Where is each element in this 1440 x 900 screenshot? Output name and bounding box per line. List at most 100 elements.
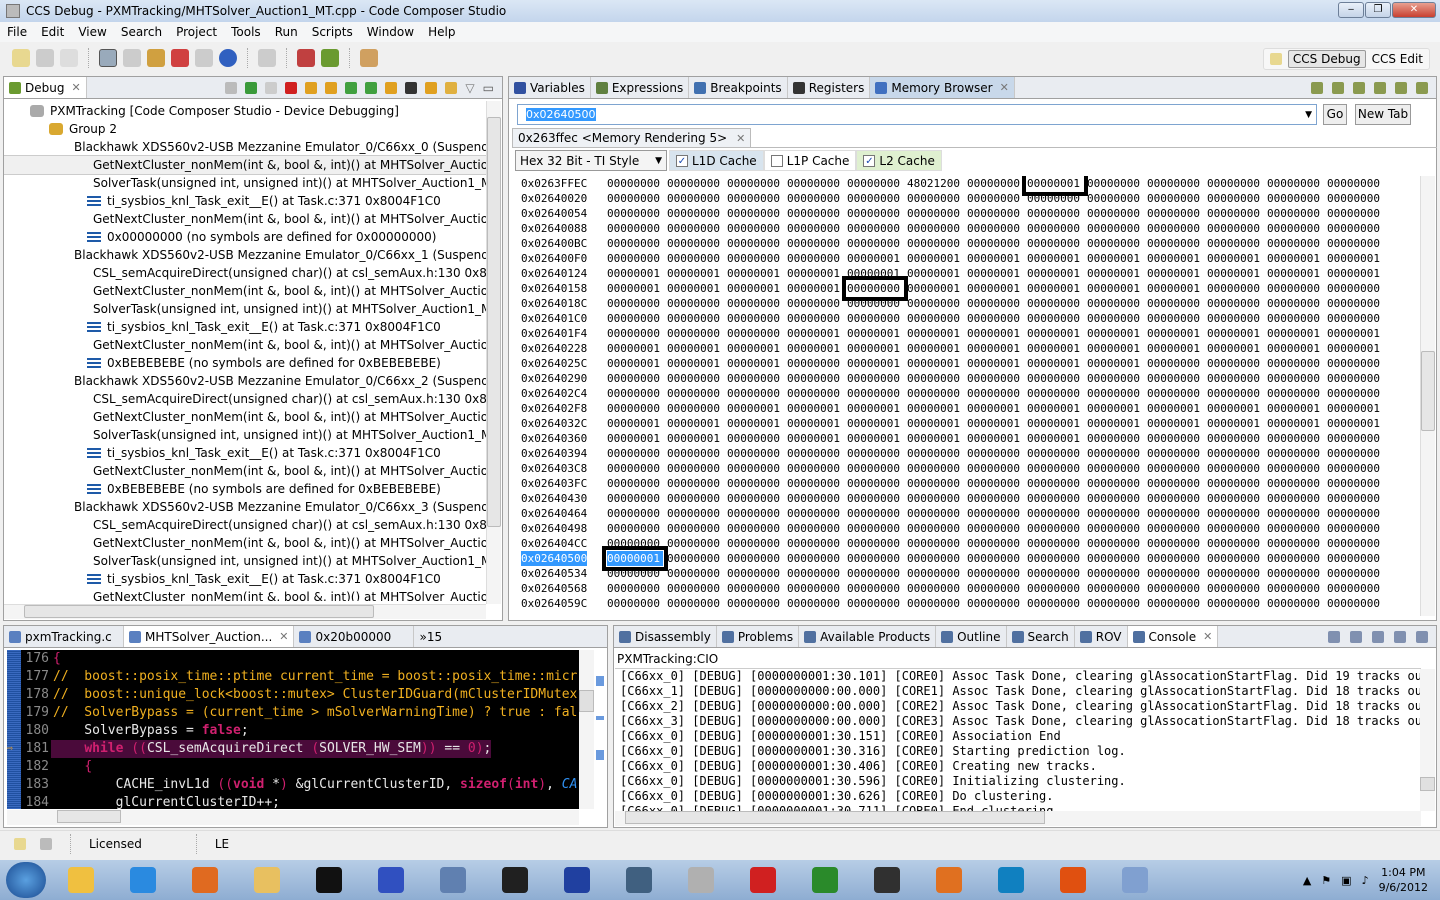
memory-cell[interactable]: 00000001 [727,341,783,356]
memory-cell[interactable]: 00000000 [667,296,723,311]
memory-cell[interactable]: 00000000 [967,371,1023,386]
menu-window[interactable]: Window [360,25,421,39]
memory-cell[interactable]: 00000000 [967,551,1023,566]
memory-cell[interactable]: 00000000 [1207,281,1263,296]
memory-cell[interactable]: 00000001 [1267,401,1323,416]
taskbar-network-button[interactable] [364,862,418,898]
tab-rov[interactable]: ROV [1075,626,1128,647]
memory-cell[interactable]: 00000001 [607,431,663,446]
sync-icon[interactable] [445,82,457,94]
memory-cell[interactable]: 00000000 [1027,191,1083,206]
memory-cell[interactable]: 00000000 [1207,581,1263,596]
memory-cell[interactable]: 00000000 [847,371,903,386]
memory-cell[interactable]: 00000000 [1087,206,1143,221]
memory-cell[interactable]: 00000001 [667,416,723,431]
memory-cell[interactable]: 00000000 [1027,311,1083,326]
memory-cell[interactable]: 00000000 [1207,566,1263,581]
memory-cell[interactable]: 00000000 [847,581,903,596]
close-icon[interactable]: ✕ [279,630,288,643]
memory-cell[interactable]: 00000000 [1147,386,1203,401]
memory-cell[interactable]: 00000001 [907,266,963,281]
taskbar-cmd-button[interactable] [302,862,356,898]
memory-cell[interactable]: 00000000 [1207,491,1263,506]
memory-cell[interactable]: 00000000 [667,326,723,341]
memory-cell[interactable]: 00000000 [607,326,663,341]
tab-memory-browser[interactable]: Memory Browser✕ [870,77,1014,98]
memory-cell[interactable]: 00000000 [667,176,723,191]
memory-cell[interactable]: 00000000 [1207,551,1263,566]
memory-cell[interactable]: 00000001 [907,326,963,341]
memory-cell[interactable]: 00000000 [907,596,963,611]
memory-cell[interactable]: 00000000 [787,521,843,536]
memory-cell[interactable]: 00000000 [1027,521,1083,536]
memory-cell[interactable]: 00000000 [967,176,1023,191]
flag-icon[interactable]: ⚑ [1321,874,1331,887]
fast-view-icon[interactable] [14,838,26,850]
memory-cell[interactable]: 00000000 [1327,566,1383,581]
memory-cell[interactable]: 00000000 [907,311,963,326]
memory-cell[interactable]: 00000000 [907,371,963,386]
memory-cell[interactable]: 00000000 [607,521,663,536]
memory-cell[interactable]: 00000000 [727,236,783,251]
memory-cell[interactable]: 00000000 [847,311,903,326]
memory-cell[interactable]: 00000001 [1147,281,1203,296]
taskbar-virtualbox-button[interactable] [426,862,480,898]
memory-cell[interactable]: 00000000 [967,566,1023,581]
gutter[interactable] [7,758,21,776]
memory-cell[interactable]: 00000000 [1087,566,1143,581]
memory-cell[interactable]: 00000000 [1327,386,1383,401]
memory-cell[interactable]: 00000001 [1327,266,1383,281]
view-menu-icon[interactable]: ▽ [465,81,474,95]
memory-cell[interactable]: 00000001 [787,266,843,281]
memory-cell[interactable]: 00000001 [1027,266,1083,281]
perspective-ccs-debug[interactable]: CCS Debug [1288,50,1366,68]
taskbar-explorer-button[interactable] [240,862,294,898]
memory-cell[interactable]: 00000001 [847,326,903,341]
memory-cell[interactable]: 00000000 [727,221,783,236]
memory-cell[interactable]: 00000001 [787,401,843,416]
memory-cell[interactable]: 00000000 [907,566,963,581]
gutter[interactable] [7,650,21,668]
memory-cell[interactable]: 00000000 [607,236,663,251]
debug-tree-item[interactable]: GetNextCluster_nonMem(int &, bool &, int… [4,282,486,300]
memory-cell[interactable]: 00000000 [1327,311,1383,326]
memory-cell[interactable]: 00000001 [847,431,903,446]
memory-cell[interactable]: 00000000 [1267,176,1323,191]
memory-cell[interactable]: 00000000 [907,221,963,236]
memory-cell[interactable]: 00000001 [1027,431,1083,446]
memory-cell[interactable]: 00000000 [967,521,1023,536]
memory-cell[interactable]: 00000000 [667,551,723,566]
memory-cell[interactable]: 00000000 [727,386,783,401]
memory-cell[interactable]: 00000000 [1327,206,1383,221]
memory-cell[interactable]: 00000000 [727,176,783,191]
pencil-icon[interactable] [360,49,378,67]
memory-cell[interactable]: 00000000 [1327,476,1383,491]
memory-cell[interactable]: 00000000 [1087,521,1143,536]
tab-disassembly[interactable]: Disassembly [614,626,717,647]
link-icon[interactable] [1353,82,1365,94]
menu-scripts[interactable]: Scripts [305,25,360,39]
memory-cell[interactable]: 00000000 [667,206,723,221]
reset-cpu-icon[interactable] [405,82,417,94]
editor-hscrollbar[interactable] [7,810,579,825]
memory-cell[interactable]: 00000000 [667,581,723,596]
memory-cell[interactable]: 00000001 [1147,251,1203,266]
memory-cell[interactable]: 00000001 [787,416,843,431]
memory-cell[interactable]: 00000001 [787,431,843,446]
memory-cell[interactable]: 00000001 [1267,266,1323,281]
memory-cell[interactable]: 00000000 [847,566,903,581]
memory-cell[interactable]: 00000000 [727,431,783,446]
memory-cell[interactable]: 00000001 [967,341,1023,356]
memory-cell[interactable]: 00000001 [847,341,903,356]
memory-cell[interactable]: 00000000 [1207,206,1263,221]
memory-cell[interactable]: 00000000 [1027,296,1083,311]
memory-vscrollbar[interactable] [1420,176,1435,616]
memory-cell[interactable]: 00000000 [1207,296,1263,311]
memory-cell[interactable]: 00000001 [1147,326,1203,341]
gutter[interactable] [7,704,21,722]
memory-cell[interactable]: 00000000 [607,296,663,311]
import-icon[interactable] [1416,82,1428,94]
memory-cell[interactable]: 00000000 [1147,296,1203,311]
memory-cell[interactable]: 00000000 [1327,371,1383,386]
debug-tree-item[interactable]: ti_sysbios_knl_Task_exit__E() at Task.c:… [4,318,486,336]
